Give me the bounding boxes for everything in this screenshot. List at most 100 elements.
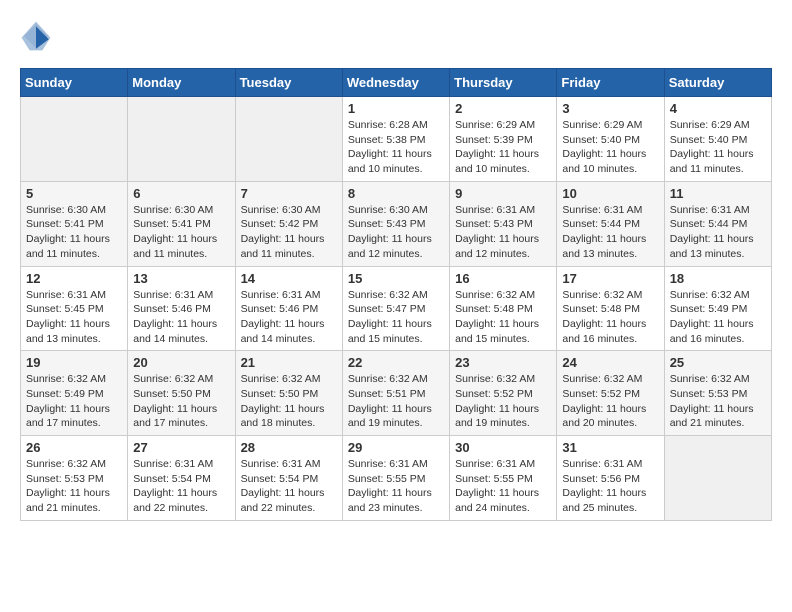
day-info: Sunrise: 6:30 AM Sunset: 5:43 PM Dayligh… xyxy=(348,203,444,262)
day-info: Sunrise: 6:31 AM Sunset: 5:44 PM Dayligh… xyxy=(670,203,766,262)
calendar-cell: 30 Sunrise: 6:31 AM Sunset: 5:55 PM Dayli… xyxy=(450,436,557,521)
calendar-cell: 19 Sunrise: 6:32 AM Sunset: 5:49 PM Dayli… xyxy=(21,351,128,436)
day-number: 23 xyxy=(455,355,551,370)
day-info: Sunrise: 6:31 AM Sunset: 5:55 PM Dayligh… xyxy=(348,457,444,516)
calendar-cell: 18 Sunrise: 6:32 AM Sunset: 5:49 PM Dayli… xyxy=(664,266,771,351)
day-info: Sunrise: 6:31 AM Sunset: 5:45 PM Dayligh… xyxy=(26,288,122,347)
day-info: Sunrise: 6:32 AM Sunset: 5:49 PM Dayligh… xyxy=(26,372,122,431)
calendar-cell xyxy=(664,436,771,521)
day-number: 19 xyxy=(26,355,122,370)
day-info: Sunrise: 6:31 AM Sunset: 5:55 PM Dayligh… xyxy=(455,457,551,516)
day-number: 29 xyxy=(348,440,444,455)
day-number: 11 xyxy=(670,186,766,201)
day-info: Sunrise: 6:31 AM Sunset: 5:44 PM Dayligh… xyxy=(562,203,658,262)
day-info: Sunrise: 6:30 AM Sunset: 5:42 PM Dayligh… xyxy=(241,203,337,262)
calendar-cell: 13 Sunrise: 6:31 AM Sunset: 5:46 PM Dayli… xyxy=(128,266,235,351)
day-number: 9 xyxy=(455,186,551,201)
day-info: Sunrise: 6:32 AM Sunset: 5:50 PM Dayligh… xyxy=(133,372,229,431)
day-info: Sunrise: 6:32 AM Sunset: 5:53 PM Dayligh… xyxy=(26,457,122,516)
calendar-cell: 31 Sunrise: 6:31 AM Sunset: 5:56 PM Dayli… xyxy=(557,436,664,521)
day-info: Sunrise: 6:32 AM Sunset: 5:53 PM Dayligh… xyxy=(670,372,766,431)
day-info: Sunrise: 6:31 AM Sunset: 5:56 PM Dayligh… xyxy=(562,457,658,516)
day-info: Sunrise: 6:29 AM Sunset: 5:39 PM Dayligh… xyxy=(455,118,551,177)
calendar-body: 1Sunrise: 6:28 AM Sunset: 5:38 PM Daylig… xyxy=(21,97,772,521)
calendar-cell: 12 Sunrise: 6:31 AM Sunset: 5:45 PM Dayli… xyxy=(21,266,128,351)
calendar-cell: 5Sunrise: 6:30 AM Sunset: 5:41 PM Daylig… xyxy=(21,181,128,266)
week-row-2: 5Sunrise: 6:30 AM Sunset: 5:41 PM Daylig… xyxy=(21,181,772,266)
calendar-cell xyxy=(128,97,235,182)
day-number: 3 xyxy=(562,101,658,116)
day-number: 6 xyxy=(133,186,229,201)
day-info: Sunrise: 6:29 AM Sunset: 5:40 PM Dayligh… xyxy=(562,118,658,177)
calendar-table: SundayMondayTuesdayWednesdayThursdayFrid… xyxy=(20,68,772,521)
calendar-cell: 3 Sunrise: 6:29 AM Sunset: 5:40 PM Daylig… xyxy=(557,97,664,182)
day-number: 25 xyxy=(670,355,766,370)
day-info: Sunrise: 6:31 AM Sunset: 5:46 PM Dayligh… xyxy=(133,288,229,347)
day-number: 15 xyxy=(348,271,444,286)
calendar-cell: 1Sunrise: 6:28 AM Sunset: 5:38 PM Daylig… xyxy=(342,97,449,182)
calendar-cell: 28 Sunrise: 6:31 AM Sunset: 5:54 PM Dayli… xyxy=(235,436,342,521)
day-number: 4 xyxy=(670,101,766,116)
week-row-1: 1Sunrise: 6:28 AM Sunset: 5:38 PM Daylig… xyxy=(21,97,772,182)
day-header-monday: Monday xyxy=(128,69,235,97)
calendar-header: SundayMondayTuesdayWednesdayThursdayFrid… xyxy=(21,69,772,97)
logo xyxy=(20,20,58,52)
days-of-week-row: SundayMondayTuesdayWednesdayThursdayFrid… xyxy=(21,69,772,97)
day-number: 21 xyxy=(241,355,337,370)
day-number: 7 xyxy=(241,186,337,201)
day-info: Sunrise: 6:31 AM Sunset: 5:54 PM Dayligh… xyxy=(241,457,337,516)
day-number: 8 xyxy=(348,186,444,201)
day-number: 14 xyxy=(241,271,337,286)
day-header-tuesday: Tuesday xyxy=(235,69,342,97)
calendar-cell: 16 Sunrise: 6:32 AM Sunset: 5:48 PM Dayli… xyxy=(450,266,557,351)
day-info: Sunrise: 6:31 AM Sunset: 5:46 PM Dayligh… xyxy=(241,288,337,347)
day-info: Sunrise: 6:32 AM Sunset: 5:50 PM Dayligh… xyxy=(241,372,337,431)
day-number: 1 xyxy=(348,101,444,116)
day-number: 2 xyxy=(455,101,551,116)
calendar-cell: 24Sunrise: 6:32 AM Sunset: 5:52 PM Dayli… xyxy=(557,351,664,436)
day-number: 18 xyxy=(670,271,766,286)
day-number: 13 xyxy=(133,271,229,286)
calendar-cell: 23Sunrise: 6:32 AM Sunset: 5:52 PM Dayli… xyxy=(450,351,557,436)
calendar-cell: 10 Sunrise: 6:31 AM Sunset: 5:44 PM Dayli… xyxy=(557,181,664,266)
page-header xyxy=(20,20,772,52)
day-number: 12 xyxy=(26,271,122,286)
day-number: 27 xyxy=(133,440,229,455)
logo-icon xyxy=(20,20,52,52)
day-number: 30 xyxy=(455,440,551,455)
week-row-5: 26 Sunrise: 6:32 AM Sunset: 5:53 PM Dayli… xyxy=(21,436,772,521)
day-number: 24 xyxy=(562,355,658,370)
day-number: 16 xyxy=(455,271,551,286)
calendar-cell: 4 Sunrise: 6:29 AM Sunset: 5:40 PM Daylig… xyxy=(664,97,771,182)
day-number: 28 xyxy=(241,440,337,455)
calendar-cell: 22 Sunrise: 6:32 AM Sunset: 5:51 PM Dayli… xyxy=(342,351,449,436)
calendar-cell: 21 Sunrise: 6:32 AM Sunset: 5:50 PM Dayli… xyxy=(235,351,342,436)
calendar-cell: 27 Sunrise: 6:31 AM Sunset: 5:54 PM Dayli… xyxy=(128,436,235,521)
calendar-cell xyxy=(21,97,128,182)
week-row-4: 19 Sunrise: 6:32 AM Sunset: 5:49 PM Dayli… xyxy=(21,351,772,436)
calendar-cell: 15 Sunrise: 6:32 AM Sunset: 5:47 PM Dayli… xyxy=(342,266,449,351)
day-info: Sunrise: 6:32 AM Sunset: 5:47 PM Dayligh… xyxy=(348,288,444,347)
calendar-cell: 26 Sunrise: 6:32 AM Sunset: 5:53 PM Dayli… xyxy=(21,436,128,521)
week-row-3: 12 Sunrise: 6:31 AM Sunset: 5:45 PM Dayli… xyxy=(21,266,772,351)
day-header-sunday: Sunday xyxy=(21,69,128,97)
day-number: 26 xyxy=(26,440,122,455)
day-info: Sunrise: 6:32 AM Sunset: 5:48 PM Dayligh… xyxy=(562,288,658,347)
calendar-cell: 2 Sunrise: 6:29 AM Sunset: 5:39 PM Daylig… xyxy=(450,97,557,182)
day-number: 31 xyxy=(562,440,658,455)
calendar-cell: 11 Sunrise: 6:31 AM Sunset: 5:44 PM Dayli… xyxy=(664,181,771,266)
day-info: Sunrise: 6:31 AM Sunset: 5:54 PM Dayligh… xyxy=(133,457,229,516)
calendar-cell xyxy=(235,97,342,182)
day-info: Sunrise: 6:32 AM Sunset: 5:49 PM Dayligh… xyxy=(670,288,766,347)
calendar-cell: 17Sunrise: 6:32 AM Sunset: 5:48 PM Dayli… xyxy=(557,266,664,351)
day-info: Sunrise: 6:32 AM Sunset: 5:48 PM Dayligh… xyxy=(455,288,551,347)
day-header-saturday: Saturday xyxy=(664,69,771,97)
day-number: 10 xyxy=(562,186,658,201)
calendar-cell: 29 Sunrise: 6:31 AM Sunset: 5:55 PM Dayli… xyxy=(342,436,449,521)
day-info: Sunrise: 6:32 AM Sunset: 5:51 PM Dayligh… xyxy=(348,372,444,431)
day-header-wednesday: Wednesday xyxy=(342,69,449,97)
day-header-thursday: Thursday xyxy=(450,69,557,97)
day-info: Sunrise: 6:30 AM Sunset: 5:41 PM Dayligh… xyxy=(26,203,122,262)
day-number: 22 xyxy=(348,355,444,370)
day-info: Sunrise: 6:29 AM Sunset: 5:40 PM Dayligh… xyxy=(670,118,766,177)
